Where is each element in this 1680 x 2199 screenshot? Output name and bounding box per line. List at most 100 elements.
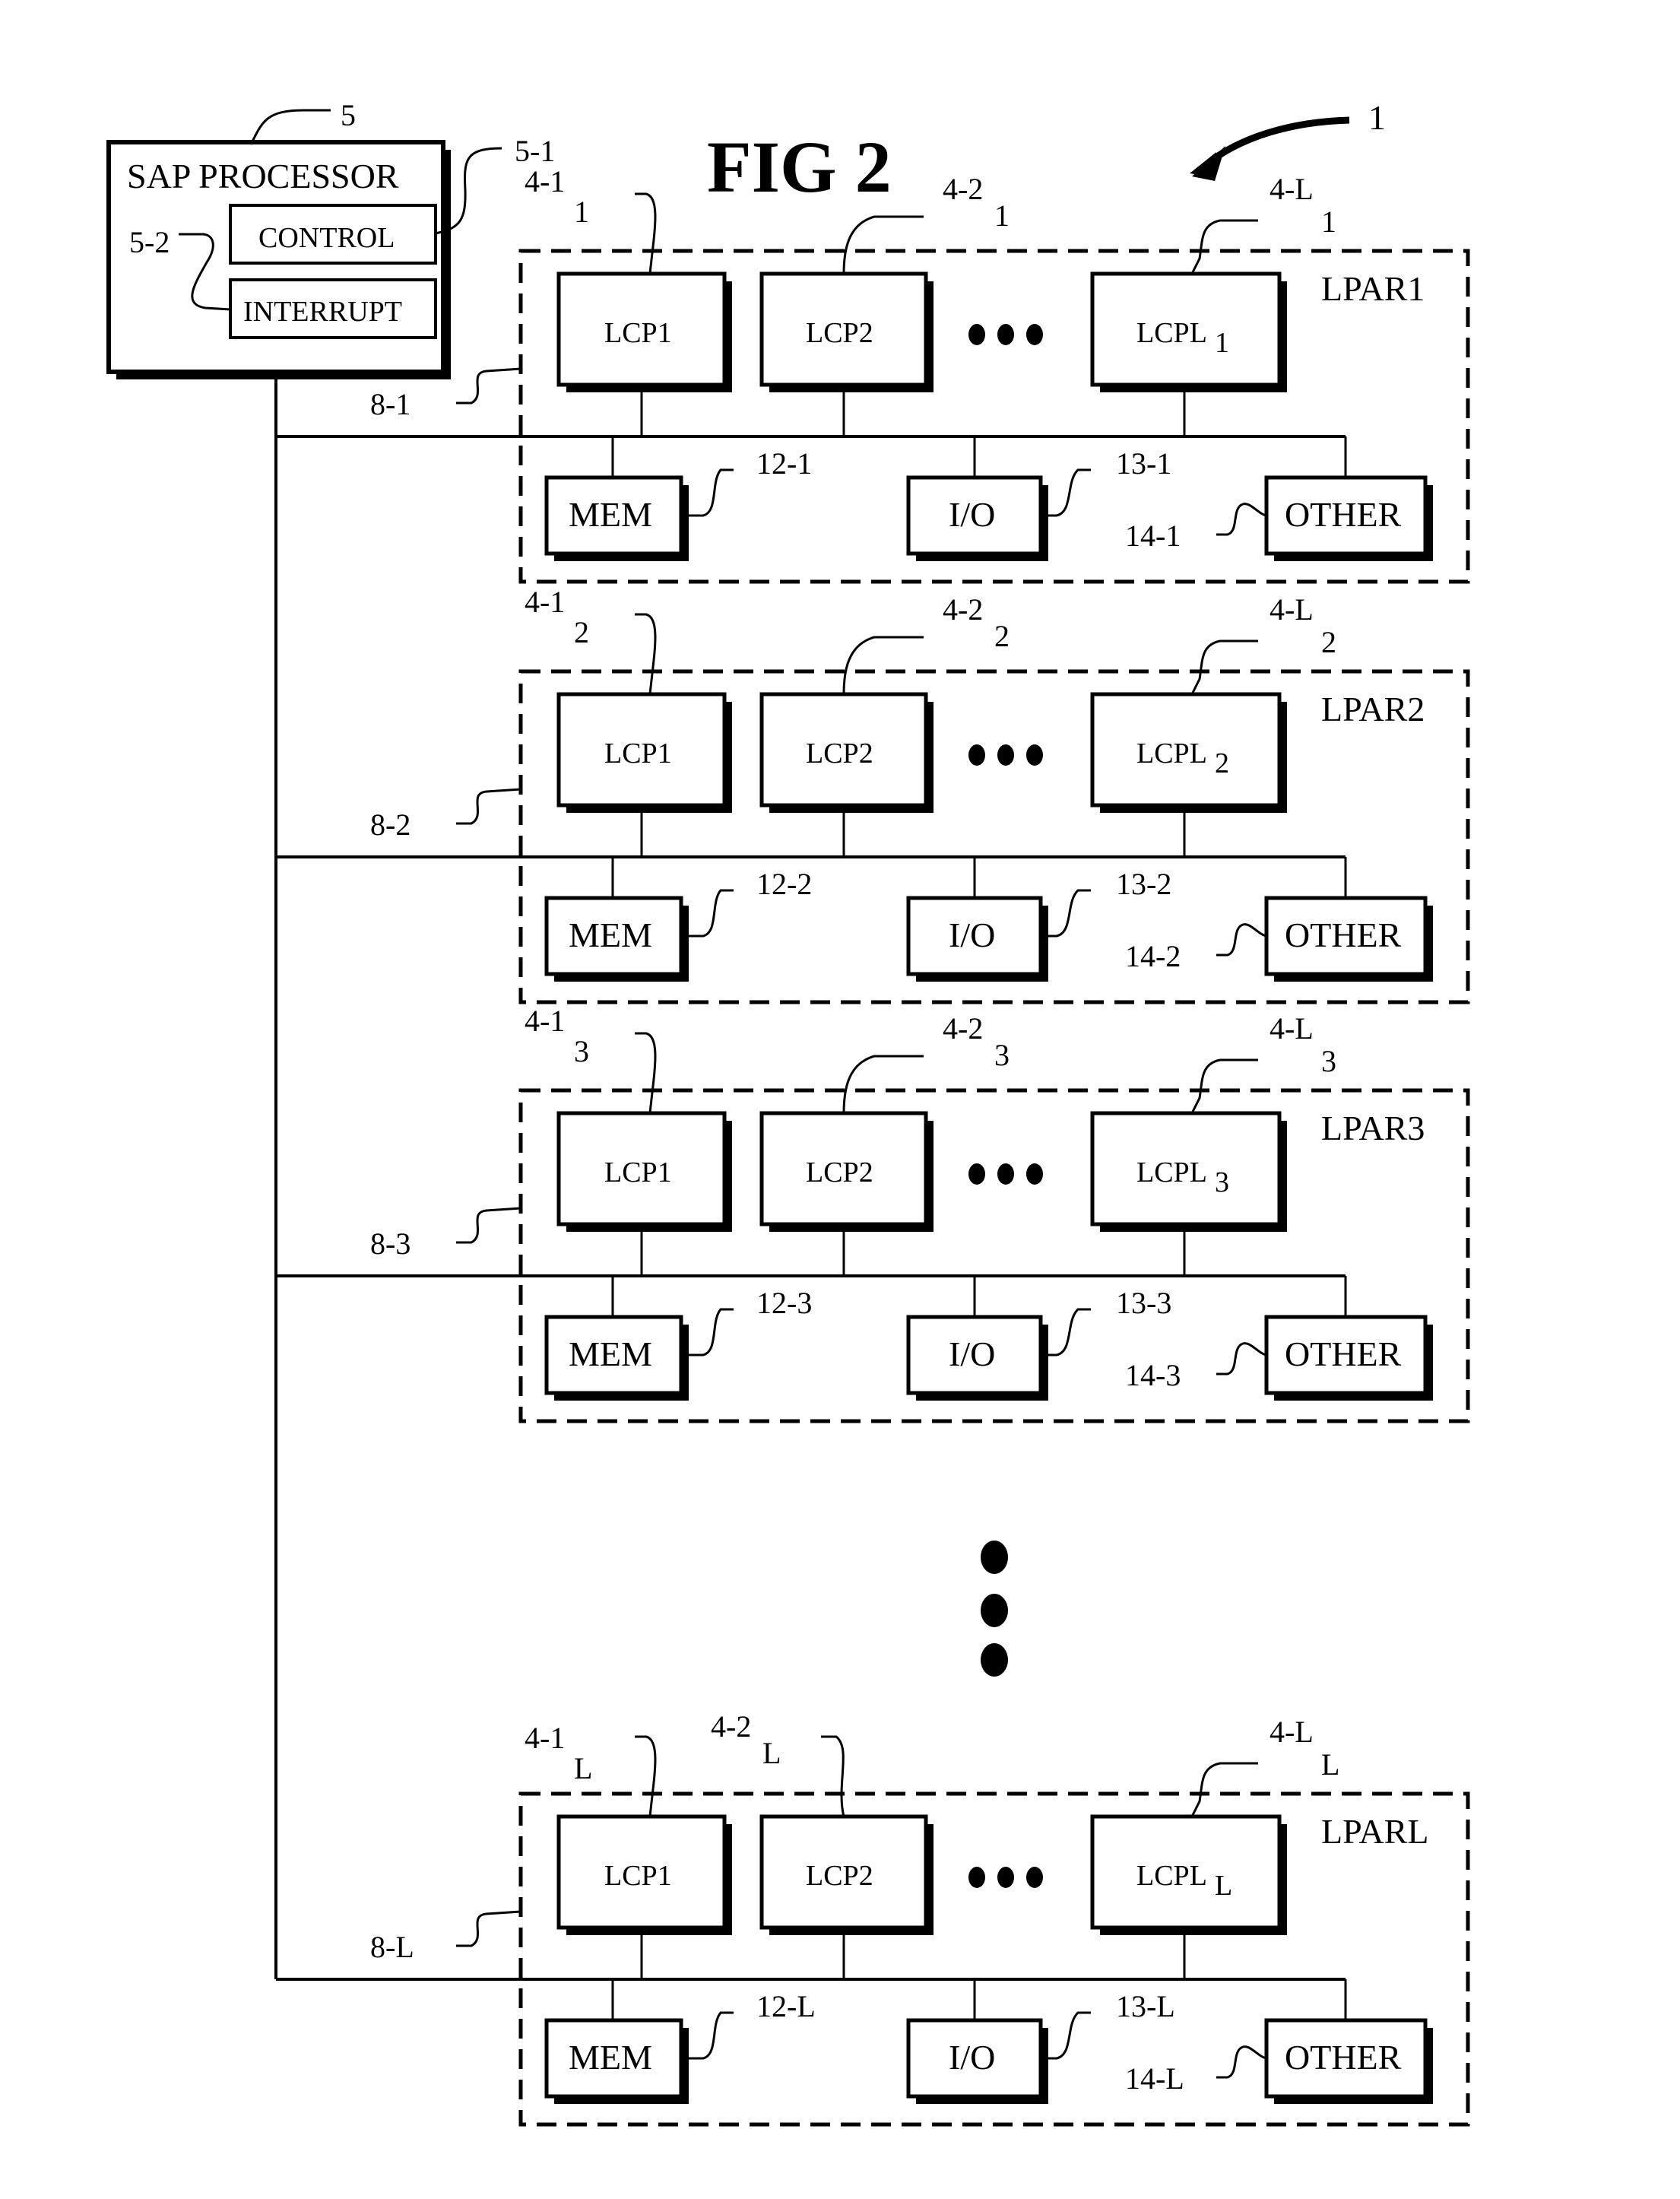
lcp2-ref-label: 4-2 bbox=[943, 172, 983, 206]
link-ref-label: 8-L bbox=[370, 1930, 414, 1964]
lpar-name: LPARL bbox=[1321, 1812, 1428, 1851]
sap-ref-label: 5 bbox=[341, 98, 356, 132]
link-ref-leader bbox=[456, 367, 521, 405]
lcpl-subscript: 1 bbox=[1215, 327, 1229, 359]
lcpl-label: LCPL bbox=[1136, 738, 1207, 769]
lpar-4: LPARLLCP1 LCP2 LCPL LMEM I/O OTHER12-L 13-L14-… bbox=[276, 1709, 1470, 2127]
lcp1-label: LCP1 bbox=[604, 1860, 672, 1892]
lcp1-ref-leader bbox=[635, 192, 657, 274]
other-ref-leader bbox=[1216, 1342, 1267, 1376]
io-ref-label: 13-3 bbox=[1116, 1286, 1171, 1320]
mem-ref-leader bbox=[681, 1308, 734, 1357]
lpar-name: LPAR2 bbox=[1321, 690, 1425, 728]
lcp1-ref-subscript: L bbox=[574, 1751, 592, 1785]
lcp1-ref-label: 4-1 bbox=[525, 1721, 565, 1755]
other-ref-label: 14-L bbox=[1125, 2061, 1184, 2096]
mem-ref-leader bbox=[681, 468, 734, 517]
vertical-ellipsis bbox=[981, 1541, 1008, 1677]
lcpl-ref-subscript: 1 bbox=[1321, 205, 1336, 239]
lcpl-ref-subscript: L bbox=[1321, 1747, 1339, 1782]
lcpl-ref-label: 4-L bbox=[1270, 592, 1314, 627]
link-ref-leader bbox=[456, 1910, 521, 1947]
link-ref-label: 8-1 bbox=[370, 387, 410, 421]
mem-label: MEM bbox=[569, 495, 652, 534]
io-ref-label: 13-L bbox=[1116, 1989, 1175, 2023]
lcp2-ref-subscript: 3 bbox=[994, 1038, 1010, 1072]
lcp1-ref-leader bbox=[635, 1735, 657, 1817]
lcpl-ref-label: 4-L bbox=[1270, 1011, 1314, 1046]
link-ref-label: 8-3 bbox=[370, 1226, 410, 1261]
other-label: OTHER bbox=[1285, 1334, 1402, 1373]
lcp2-ref-leader bbox=[821, 1735, 845, 1817]
mem-label: MEM bbox=[569, 1334, 652, 1373]
lcp2-label: LCP2 bbox=[806, 317, 873, 349]
system-ref-label: 1 bbox=[1368, 98, 1386, 137]
mem-ref-leader bbox=[681, 889, 734, 938]
lcp1-label: LCP1 bbox=[604, 317, 672, 349]
lpar-name: LPAR1 bbox=[1321, 269, 1425, 308]
lcp1-ref-subscript: 2 bbox=[574, 615, 589, 649]
lcp2-label: LCP2 bbox=[806, 738, 873, 769]
lcpl-subscript: L bbox=[1215, 1870, 1232, 1902]
lcpl-subscript: 2 bbox=[1215, 747, 1229, 779]
horizontal-ellipsis bbox=[968, 1867, 1043, 1888]
lcp2-ref-subscript: 2 bbox=[994, 619, 1010, 653]
interrupt-label: INTERRUPT bbox=[243, 296, 402, 328]
mem-label: MEM bbox=[569, 915, 652, 954]
lcpl-ref-label: 4-L bbox=[1270, 172, 1314, 206]
lcpl-label: LCPL bbox=[1136, 317, 1207, 349]
lcp1-label: LCP1 bbox=[604, 738, 672, 769]
io-ref-label: 13-1 bbox=[1116, 446, 1171, 481]
lcp1-ref-leader bbox=[635, 1032, 657, 1114]
io-label: I/O bbox=[949, 915, 995, 954]
lcp1-ref-leader bbox=[635, 613, 657, 695]
lcp2-ref-leader bbox=[842, 215, 924, 274]
lpar-3: LPAR3 LCP1 LCP2 LCPL 3 MEM I/O OTHER 12-3 13-3 14-… bbox=[276, 1004, 1470, 1423]
lpar-name: LPAR3 bbox=[1321, 1109, 1425, 1147]
lcpl-ref-subscript: 3 bbox=[1321, 1044, 1336, 1078]
other-ref-label: 14-3 bbox=[1125, 1358, 1181, 1392]
lcp1-ref-label: 4-1 bbox=[525, 164, 565, 198]
mem-label: MEM bbox=[569, 2038, 652, 2077]
control-label: CONTROL bbox=[258, 222, 395, 254]
lcpl-label: LCPL bbox=[1136, 1157, 1207, 1188]
lcpl-label: LCPL bbox=[1136, 1860, 1207, 1892]
io-label: I/O bbox=[949, 495, 995, 534]
other-ref-leader bbox=[1216, 923, 1267, 957]
figure-title: FIG 2 bbox=[707, 126, 892, 208]
other-label: OTHER bbox=[1285, 2038, 1402, 2077]
lcp1-ref-label: 4-1 bbox=[525, 585, 565, 619]
mem-ref-label: 12-L bbox=[756, 1989, 816, 2023]
other-ref-label: 14-1 bbox=[1125, 519, 1181, 553]
mem-ref-label: 12-1 bbox=[756, 446, 812, 481]
lcp2-ref-subscript: 1 bbox=[994, 198, 1010, 233]
lcpl-ref-leader bbox=[1190, 1058, 1258, 1114]
lcp2-ref-subscript: L bbox=[762, 1736, 781, 1770]
lcpl-subscript: 3 bbox=[1215, 1166, 1229, 1198]
lcp2-label: LCP2 bbox=[806, 1157, 873, 1188]
horizontal-ellipsis bbox=[968, 1163, 1043, 1185]
lcp1-ref-subscript: 1 bbox=[574, 195, 589, 229]
lcp2-ref-label: 4-2 bbox=[943, 592, 983, 627]
control-ref-label: 5-1 bbox=[515, 134, 555, 168]
other-ref-label: 14-2 bbox=[1125, 939, 1181, 973]
lcpl-ref-leader bbox=[1190, 219, 1258, 274]
fig2-diagram: FIG 2 1 SAP PROCESSOR CONTROL INTERRUPT … bbox=[106, 98, 1470, 2127]
horizontal-ellipsis bbox=[968, 324, 1043, 345]
mem-ref-label: 12-2 bbox=[756, 867, 812, 901]
lpar-2: LPAR2 LCP1 LCP2 LCPL 2 MEM I/O OTHER 12-2 13-2 14-… bbox=[276, 585, 1470, 1004]
lcp2-ref-leader bbox=[842, 636, 924, 695]
mem-ref-label: 12-3 bbox=[756, 1286, 812, 1320]
sap-ref-leader bbox=[249, 109, 331, 145]
io-ref-label: 13-2 bbox=[1116, 867, 1171, 901]
lcp1-ref-label: 4-1 bbox=[525, 1004, 565, 1038]
other-ref-leader bbox=[1216, 2045, 1267, 2079]
link-ref-leader bbox=[456, 788, 521, 825]
lcpl-ref-label: 4-L bbox=[1270, 1715, 1314, 1749]
lcp1-label: LCP1 bbox=[604, 1157, 672, 1188]
lcpl-ref-subscript: 2 bbox=[1321, 625, 1336, 659]
other-ref-leader bbox=[1216, 503, 1267, 536]
lcp2-ref-label: 4-2 bbox=[711, 1709, 751, 1744]
lcp2-ref-leader bbox=[842, 1055, 924, 1114]
lcpl-ref-leader bbox=[1190, 1762, 1258, 1817]
